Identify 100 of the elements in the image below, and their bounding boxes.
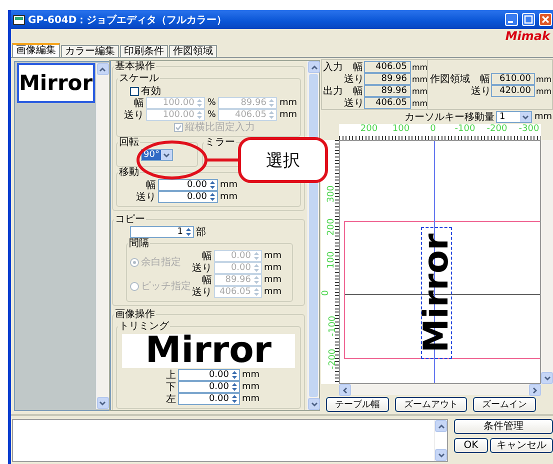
field-label: 幅 xyxy=(146,179,156,192)
value-field: 89.96 xyxy=(364,85,411,97)
ruler-label: -100 xyxy=(328,316,338,336)
spin-arrows-icon[interactable] xyxy=(209,180,216,190)
unit-label: mm xyxy=(242,382,260,392)
unit-label: % xyxy=(207,98,216,108)
tab[interactable]: カラー編集 xyxy=(61,45,119,57)
ruler-label: 200 xyxy=(326,218,337,236)
spin-arrows-icon[interactable] xyxy=(209,192,216,202)
field-label: 幅 xyxy=(134,97,144,110)
thumbnail[interactable]: Mirror xyxy=(17,63,95,103)
unit-label: 部 xyxy=(196,226,206,239)
tab[interactable]: 画像編集 xyxy=(12,43,60,57)
spin-field[interactable]: 1 xyxy=(130,226,194,238)
brand-logo: Mimak xyxy=(505,29,552,43)
section-label: 入力 xyxy=(323,60,343,74)
checkbox[interactable] xyxy=(130,86,139,96)
group-title: スケール xyxy=(119,73,159,84)
spin-field[interactable]: 0.00 xyxy=(178,369,240,381)
group-title: 画像操作 xyxy=(115,309,155,320)
spin-arrows-icon[interactable] xyxy=(231,370,238,380)
step-dropdown[interactable]: 1 xyxy=(496,111,532,123)
checkbox[interactable] xyxy=(174,122,183,132)
unit-label: mm xyxy=(412,98,426,108)
spin-field[interactable]: 0.00 xyxy=(158,191,218,203)
callout-label: 選択 xyxy=(238,137,328,183)
rotation-dropdown[interactable]: 90° xyxy=(140,149,174,161)
radio-label: ピッチ指定 xyxy=(141,280,191,293)
checkbox-label: 有効 xyxy=(141,84,161,98)
spin-arrows-icon[interactable] xyxy=(185,227,192,237)
ruler-label: -300 xyxy=(518,124,540,134)
view-button[interactable]: テーブル幅 xyxy=(326,397,389,412)
ruler-label: 0 xyxy=(430,124,436,134)
unit-label: mm xyxy=(220,180,238,190)
value-field: 420.00 xyxy=(491,85,535,97)
value-field: 610.00 xyxy=(491,73,535,85)
unit-label: mm xyxy=(412,86,426,96)
field-label: カーソルキー移動量 xyxy=(404,111,494,124)
unit-label: mm xyxy=(220,192,238,202)
value-field: 406.05 xyxy=(364,61,411,73)
group-title: コピー xyxy=(115,214,145,225)
spin-arrows-icon[interactable] xyxy=(231,382,238,392)
group-title: 基本操作 xyxy=(115,61,155,72)
tab[interactable]: 印刷条件 xyxy=(120,45,168,57)
cancel-button[interactable]: キャンセル xyxy=(490,438,553,453)
group-title: 回転 xyxy=(119,137,139,148)
unit-label: mm xyxy=(264,287,282,297)
group-title: ミラー xyxy=(205,137,235,148)
unit-label: mm xyxy=(242,394,260,404)
unit-label: mm xyxy=(279,110,298,120)
manage-conditions-button[interactable]: 条件管理 xyxy=(454,419,553,434)
unit-label: mm xyxy=(412,62,426,72)
view-button[interactable]: ズームイン xyxy=(473,397,536,412)
view-button[interactable]: ズームアウト xyxy=(395,397,467,412)
unit-label: mm xyxy=(536,74,550,84)
ruler-label: 100 xyxy=(326,251,337,269)
chevron-down-icon[interactable] xyxy=(521,113,530,121)
field-label: 送り xyxy=(344,73,363,86)
spin-field[interactable]: 0.00 xyxy=(158,179,218,191)
unit-label: mm xyxy=(534,112,552,122)
group-title: トリミング xyxy=(119,321,169,332)
field-label: 送り xyxy=(192,286,212,299)
field-label: 送り xyxy=(471,85,490,98)
unit-label: mm xyxy=(264,275,282,285)
ruler-label: -200 xyxy=(486,124,508,134)
field-label: 下 xyxy=(165,381,176,394)
unit-label: mm xyxy=(279,98,298,108)
unit-label: % xyxy=(207,110,216,120)
app-icon xyxy=(13,14,25,24)
field-label: 送り xyxy=(122,109,144,122)
field-label: 幅 xyxy=(202,250,212,263)
tab[interactable]: 作図領域 xyxy=(169,45,217,57)
unit-label: mm xyxy=(536,86,550,96)
field-label: 送り xyxy=(135,191,156,204)
spin-field[interactable]: 0.00 xyxy=(178,381,240,393)
value-field: 406.05 xyxy=(364,97,411,109)
section-label: 出力 xyxy=(323,84,343,98)
ok-button[interactable]: OK xyxy=(454,438,488,453)
field-label: 幅 xyxy=(352,61,363,74)
ruler-label: 100 xyxy=(392,124,410,134)
ruler-label: 300 xyxy=(326,185,337,203)
section-label: 作図領域 xyxy=(430,72,470,86)
unit-label: mm xyxy=(264,251,282,261)
ruler-label: -200 xyxy=(328,348,338,370)
chevron-down-icon[interactable] xyxy=(162,151,172,159)
unit-label: mm xyxy=(242,370,260,380)
unit-label: mm xyxy=(412,74,426,84)
checkbox-label: 縦横比固定入力 xyxy=(185,120,255,134)
ruler-label: 0 xyxy=(321,290,331,296)
field-label: 左 xyxy=(165,393,176,406)
spin-arrows-icon[interactable] xyxy=(231,394,238,404)
ruler-label: 200 xyxy=(360,124,378,134)
field-label: 送り xyxy=(192,262,212,275)
spin-field[interactable]: 0.00 xyxy=(178,393,240,405)
value-field: 89.96 xyxy=(364,73,411,85)
group-title: 移動 xyxy=(119,167,139,178)
window-title: GP-604D：ジョブエディタ（フルカラー） xyxy=(28,14,228,26)
field-label: 上 xyxy=(165,368,176,382)
checkmark-icon xyxy=(175,124,182,130)
unit-label: mm xyxy=(264,263,282,273)
